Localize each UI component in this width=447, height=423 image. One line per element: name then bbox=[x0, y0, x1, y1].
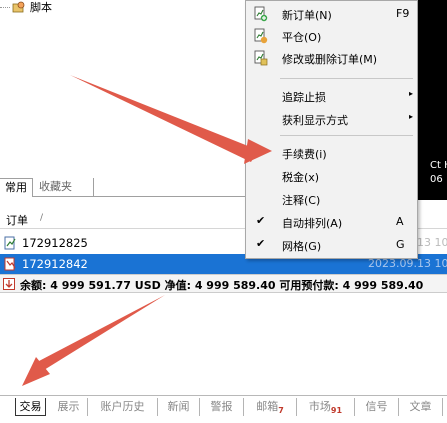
menu-item-comment[interactable]: 注释(C) bbox=[246, 188, 417, 210]
tab-market[interactable]: 市场91 bbox=[297, 398, 355, 416]
menu-item-commission[interactable]: 手续费(i) bbox=[246, 142, 417, 164]
arrow-to-commission bbox=[70, 75, 272, 164]
check-icon: ✔ bbox=[256, 214, 266, 227]
menu-item-label: 新订单(N) bbox=[282, 9, 332, 22]
menu-item-auto-arrange[interactable]: ✔ 自动排列(A) A bbox=[246, 211, 417, 233]
chart-label: 06 bbox=[430, 174, 443, 185]
menu-item-taxes[interactable]: 税金(x) bbox=[246, 165, 417, 187]
menu-separator bbox=[280, 135, 413, 136]
submenu-arrow-icon: ▸ bbox=[409, 89, 414, 98]
menu-item-label: 修改或删除订单(M) bbox=[282, 53, 378, 66]
tree-connector bbox=[0, 6, 10, 8]
navigator-item-scripts[interactable]: 脚本 bbox=[0, 0, 52, 14]
market-badge: 91 bbox=[330, 406, 343, 415]
tab-exposure[interactable]: 展示 bbox=[50, 398, 88, 416]
menu-item-label: 网格(G) bbox=[282, 240, 322, 253]
menu-item-label: 追踪止损 bbox=[282, 91, 326, 104]
menu-item-trailing-stop[interactable]: 追踪止损 ▸ bbox=[246, 85, 417, 107]
modify-order-icon bbox=[254, 50, 268, 66]
balance-row: 余额: 4 999 591.77 USD 净值: 4 999 589.40 可用… bbox=[0, 274, 447, 293]
close-position-icon bbox=[254, 28, 268, 44]
navigator-tabs: 常用 收藏夹 bbox=[0, 177, 245, 197]
menu-shortcut: F9 bbox=[396, 7, 410, 20]
context-menu: 新订单(N) F9 平仓(O) 修改或删除订单(M) 追踪止损 ▸ 获利显示方式… bbox=[245, 0, 418, 259]
mailbox-badge: 7 bbox=[278, 406, 284, 415]
balance-icon bbox=[3, 278, 15, 290]
menu-item-label: 自动排列(A) bbox=[282, 217, 343, 230]
tab-common[interactable]: 常用 bbox=[0, 178, 33, 197]
menu-shortcut: G bbox=[396, 238, 405, 251]
scripts-icon bbox=[12, 1, 25, 13]
order-icon bbox=[4, 236, 16, 250]
chart-area[interactable]: Ct H 06 bbox=[418, 0, 447, 200]
menu-item-close-position[interactable]: 平仓(O) bbox=[246, 25, 417, 47]
arrow-to-trade-tab bbox=[22, 295, 165, 386]
tab-articles[interactable]: 文章 bbox=[399, 398, 443, 416]
tab-favorites[interactable]: 收藏夹 bbox=[34, 178, 94, 197]
menu-item-new-order[interactable]: 新订单(N) F9 bbox=[246, 3, 417, 25]
menu-item-label: 手续费(i) bbox=[282, 148, 327, 161]
menu-item-label: 税金(x) bbox=[282, 171, 320, 184]
menu-item-grid[interactable]: ✔ 网格(G) G bbox=[246, 234, 417, 256]
submenu-arrow-icon: ▸ bbox=[409, 112, 414, 121]
order-ticket: 172912842 bbox=[22, 257, 88, 271]
sort-indicator: / bbox=[40, 213, 44, 223]
menu-item-profit-display[interactable]: 获利显示方式 ▸ bbox=[246, 108, 417, 130]
order-ticket: 172912825 bbox=[22, 236, 88, 250]
tab-alerts[interactable]: 警报 bbox=[200, 398, 244, 416]
tab-signals[interactable]: 信号 bbox=[355, 398, 399, 416]
tab-trade[interactable]: 交易 bbox=[15, 398, 46, 416]
new-order-icon bbox=[254, 6, 268, 22]
tab-mailbox[interactable]: 邮箱7 bbox=[244, 398, 297, 416]
check-icon: ✔ bbox=[256, 237, 266, 250]
menu-item-modify-order[interactable]: 修改或删除订单(M) bbox=[246, 47, 417, 69]
order-icon bbox=[4, 257, 16, 271]
menu-shortcut: A bbox=[396, 215, 404, 228]
tab-account-history[interactable]: 账户历史 bbox=[88, 398, 158, 416]
menu-item-label: 获利显示方式 bbox=[282, 114, 348, 127]
balance-text: 余额: 4 999 591.77 USD 净值: 4 999 589.40 可用… bbox=[20, 279, 424, 292]
chart-label: Ct H bbox=[430, 160, 447, 171]
navigator-item-label: 脚本 bbox=[30, 1, 52, 14]
menu-item-label: 平仓(O) bbox=[282, 31, 322, 44]
column-header-order[interactable]: 订单 bbox=[6, 212, 28, 228]
tab-news[interactable]: 新闻 bbox=[158, 398, 200, 416]
menu-separator bbox=[280, 78, 413, 79]
menu-item-label: 注释(C) bbox=[282, 194, 321, 207]
terminal-tabs: 交易 展示 账户历史 新闻 警报 邮箱7 市场91 信号 文章 bbox=[0, 395, 447, 423]
